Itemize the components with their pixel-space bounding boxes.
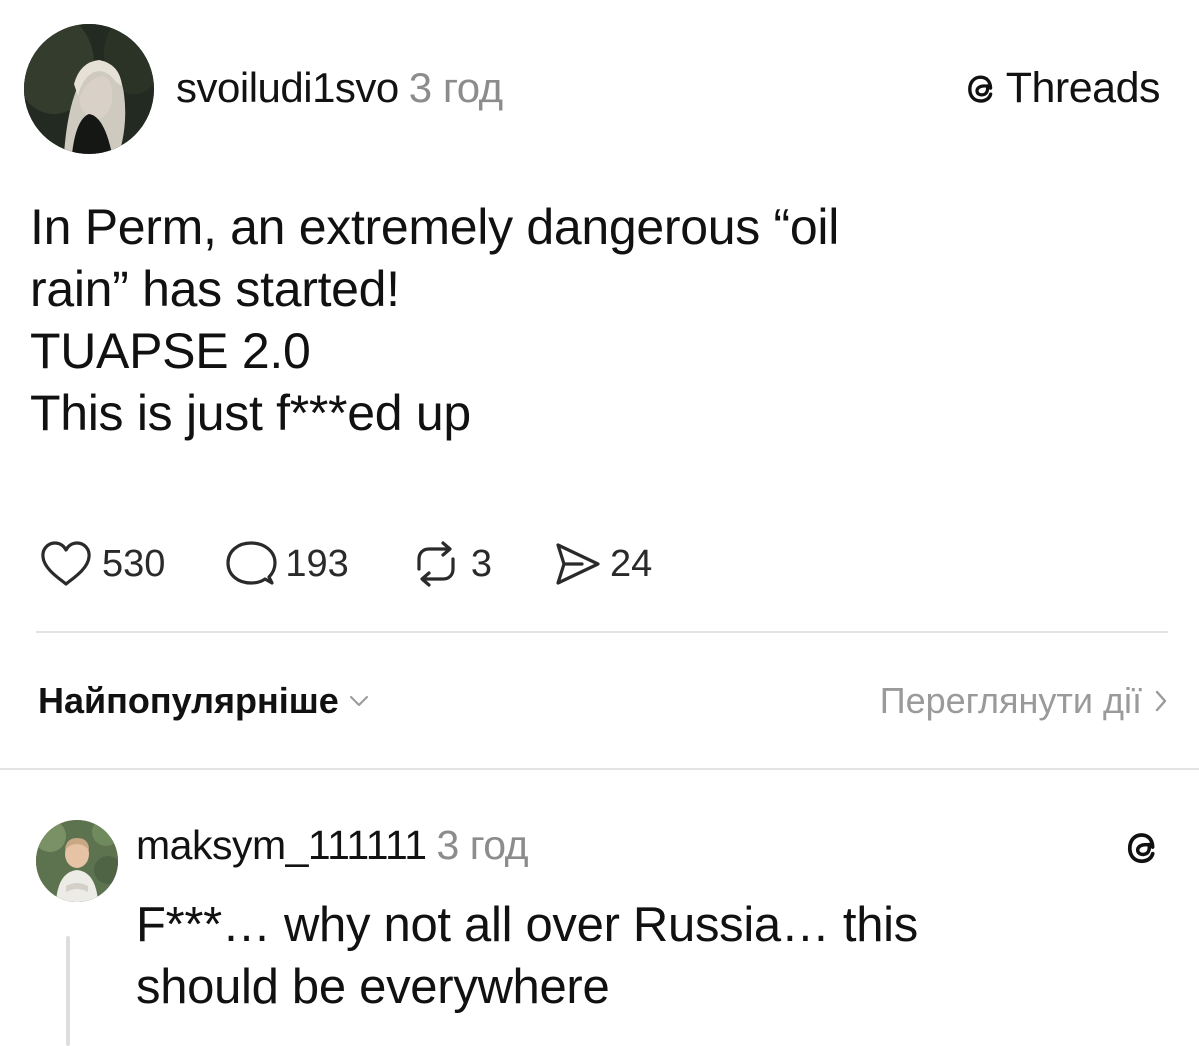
replies-sort-bar: Найпопулярніше Переглянути дії — [38, 680, 1168, 724]
threads-logo-icon — [1127, 833, 1155, 864]
sort-dropdown[interactable]: Найпопулярніше — [38, 680, 369, 722]
divider — [0, 768, 1199, 770]
post-text-line: TUAPSE 2.0 — [30, 323, 311, 379]
chevron-right-icon — [1155, 690, 1167, 712]
like-button[interactable]: 530 — [38, 539, 165, 589]
sort-label: Найпопулярніше — [38, 680, 339, 721]
share-button[interactable]: 24 — [552, 539, 652, 589]
share-count: 24 — [609, 542, 653, 585]
reply-text-line: F***… why not all over Russia… this — [136, 898, 918, 952]
post-timestamp: 3 год — [408, 64, 503, 111]
reply-author[interactable]: maksym_111111 3 год — [136, 822, 529, 869]
divider — [36, 631, 1168, 633]
heart-icon — [41, 541, 91, 586]
repost-count: 3 — [470, 542, 492, 585]
comment-button[interactable]: 193 — [225, 539, 349, 589]
like-count: 530 — [102, 542, 166, 585]
repost-arrows-icon — [417, 541, 455, 587]
post-text-line: This is just f***ed up — [30, 385, 471, 441]
reply-username[interactable]: maksym_111111 — [136, 822, 427, 868]
reply-body: F***… why not all over Russia… this shou… — [136, 894, 918, 1018]
reply-avatar[interactable] — [36, 820, 118, 902]
threads-label: Threads — [1005, 64, 1161, 112]
reply-text-line: should be everywhere — [136, 960, 610, 1014]
post-author[interactable]: svoiludi1svo 3 год — [176, 64, 503, 112]
activity-label: Переглянути дії — [879, 680, 1142, 721]
post-username[interactable]: svoiludi1svo — [176, 64, 399, 111]
post-text-line: rain” has started! — [30, 261, 400, 317]
threads-badge[interactable]: Threads — [960, 64, 1161, 113]
post-header: svoiludi1svo 3 год Threads — [24, 24, 1174, 154]
threads-logo-icon — [967, 74, 993, 103]
send-icon — [556, 543, 600, 585]
avatar[interactable] — [24, 24, 154, 154]
reply-timestamp: 3 год — [436, 822, 529, 868]
post-text-line: In Perm, an extremely dangerous “oil — [30, 199, 840, 255]
comment-bubble-icon — [226, 541, 278, 585]
reply-threads-button[interactable] — [1119, 826, 1163, 875]
post-body: In Perm, an extremely dangerous “oil rai… — [30, 196, 1160, 444]
reply-item: maksym_111111 3 год F***… why not all ove… — [0, 800, 1199, 1046]
post-actions: 530 193 3 24 — [38, 536, 712, 592]
view-activity-link[interactable]: Переглянути дії — [880, 680, 1168, 722]
repost-button[interactable]: 3 — [409, 539, 492, 589]
comment-count: 193 — [285, 542, 349, 585]
thread-connector-line — [66, 936, 70, 1046]
chevron-down-icon — [349, 696, 368, 706]
